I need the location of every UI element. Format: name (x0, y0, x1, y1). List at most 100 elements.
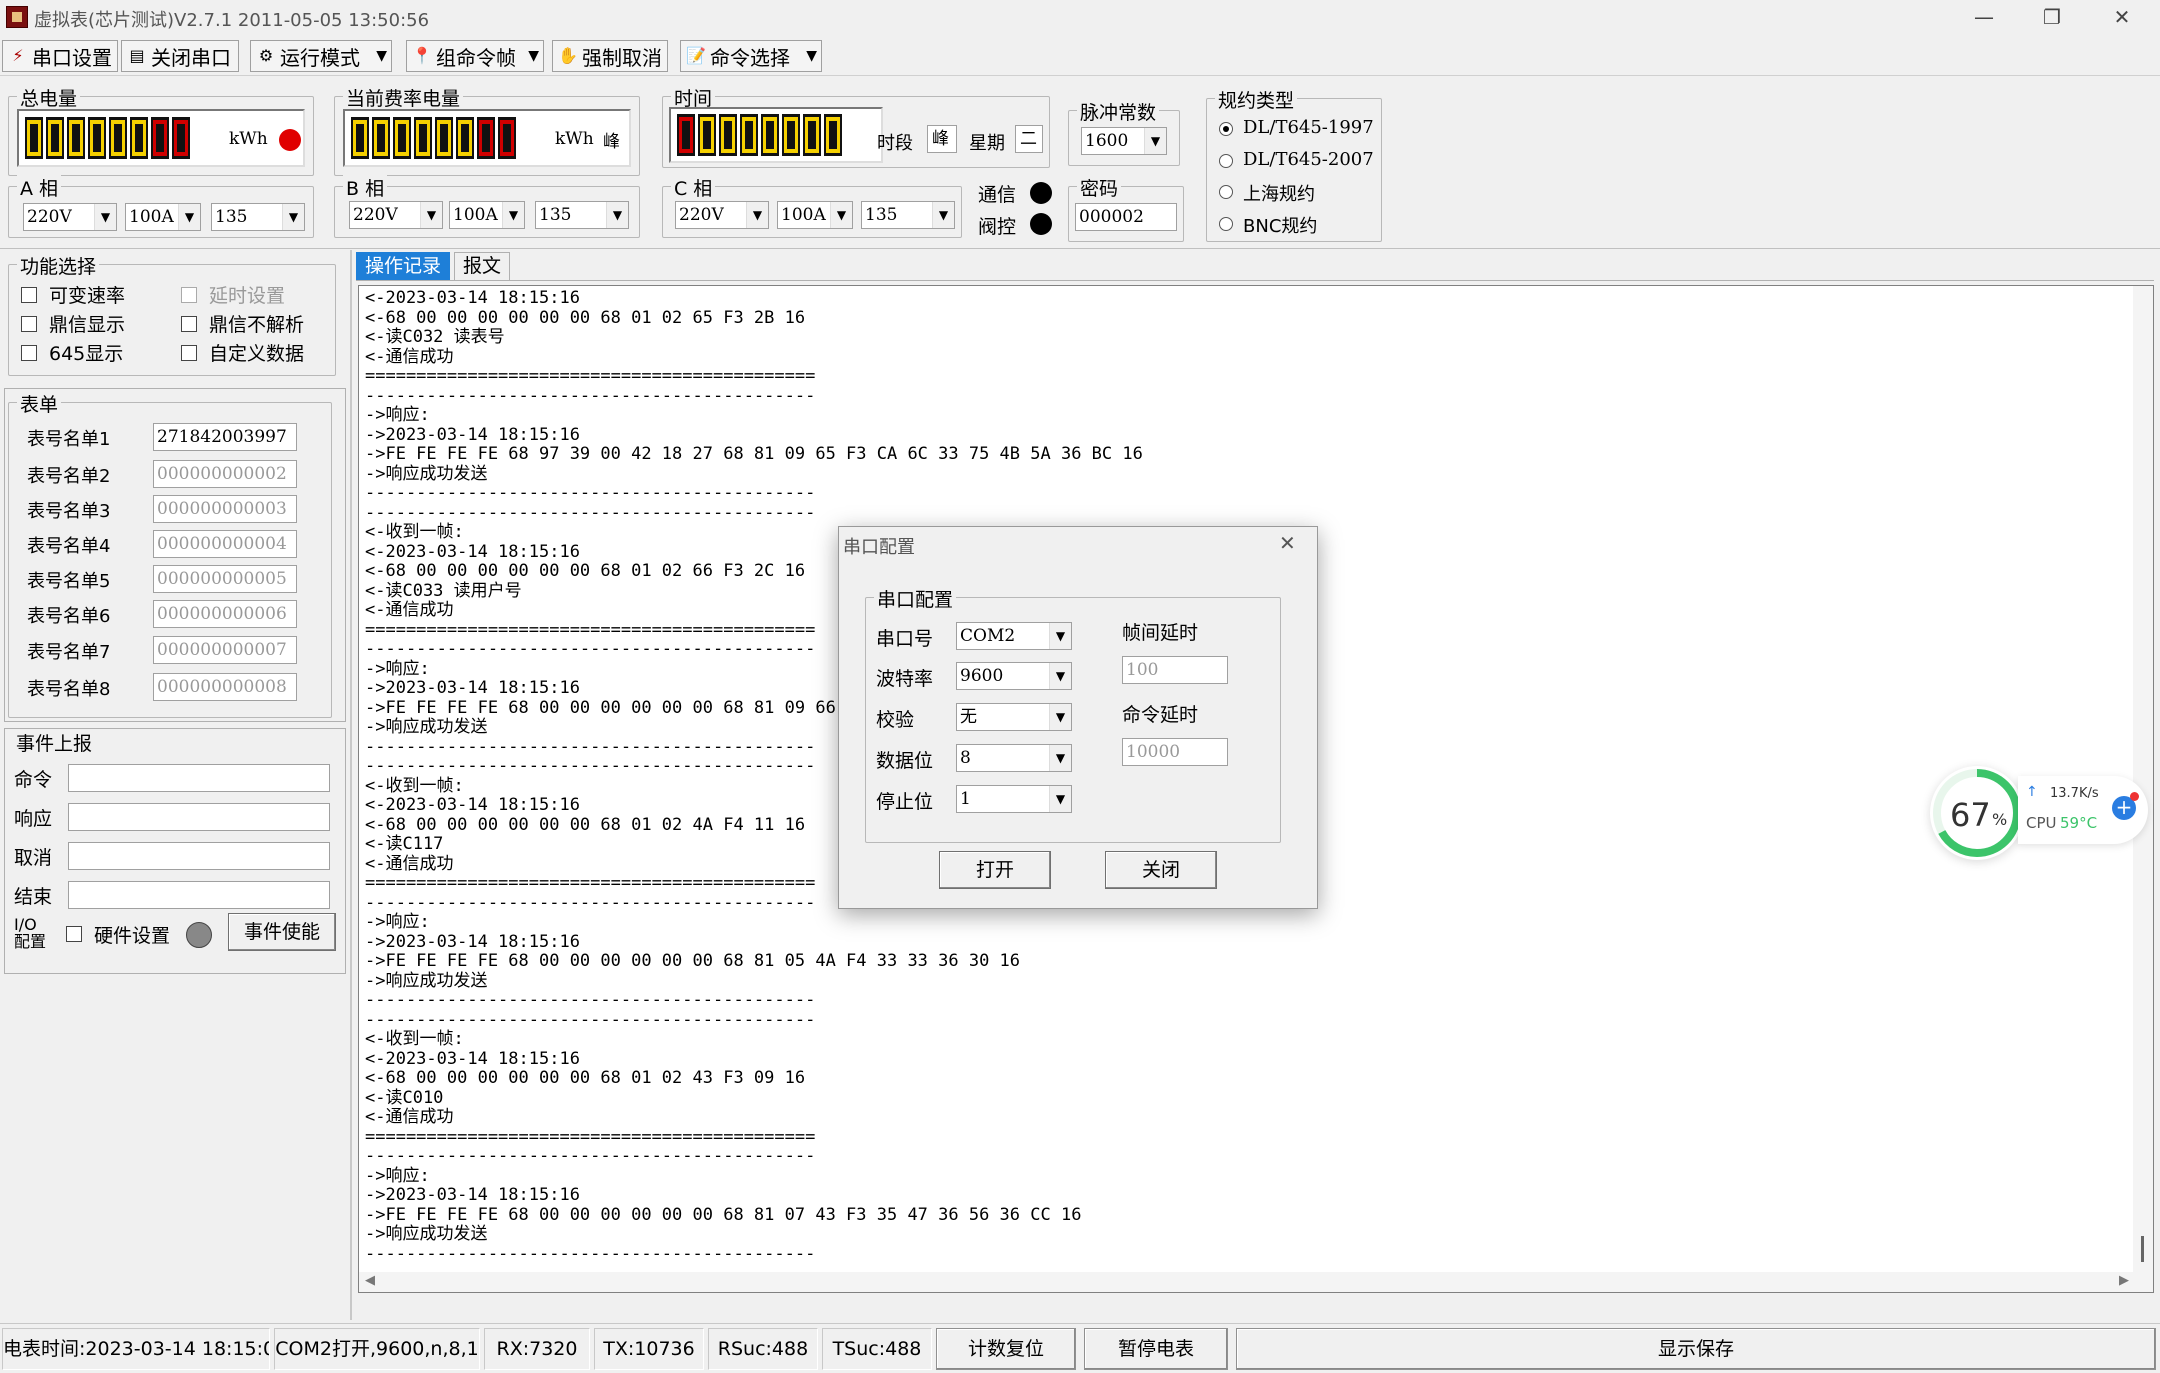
chevron-down-icon: ▼ (1049, 704, 1071, 730)
delay-settings-checkbox (181, 287, 197, 303)
chevron-down-icon: ▼ (606, 202, 628, 228)
dialog-open-button[interactable]: 打开 (939, 851, 1051, 889)
event-response-input[interactable] (68, 803, 330, 831)
meter-number-input[interactable]: 000000000007 (153, 636, 297, 664)
port-select[interactable]: COM2 ▼ (956, 622, 1072, 650)
frame-delay-input: 100 (1122, 656, 1228, 684)
log-line: ----------------------------------------… (365, 483, 816, 503)
log-line: ->响应: (365, 912, 430, 932)
phase-a-group: A 相 220V ▼ 100A ▼ 135 ▼ (8, 174, 314, 238)
log-line: ----------------------------------------… (365, 990, 816, 1010)
parity-select[interactable]: 无 ▼ (956, 703, 1072, 731)
custom-data-checkbox[interactable] (181, 345, 197, 361)
phase-b-voltage: 220V (353, 205, 398, 225)
pulse-constant-value: 1600 (1085, 131, 1129, 151)
close-window-button[interactable]: ✕ (2088, 0, 2156, 34)
cpu-monitor-widget[interactable]: 67 % ↑ 13.7K/s CPU 59°C + (1922, 762, 2148, 860)
phase-c-angle-select[interactable]: 135 ▼ (861, 201, 955, 229)
scroll-right-icon[interactable]: ▶ (2119, 1273, 2129, 1288)
serial-settings-button[interactable]: ⚡ 串口设置 (2, 40, 118, 72)
dingxin-noparse-checkbox[interactable] (181, 316, 197, 332)
minimize-button[interactable]: — (1950, 0, 2018, 34)
port-status: COM2打开,9600,n,8,1 (274, 1328, 480, 1370)
phase-a-voltage-select[interactable]: 220V ▼ (23, 203, 117, 231)
meter-number-input[interactable]: 000000000004 (153, 530, 297, 558)
phase-c-voltage-select[interactable]: 220V ▼ (675, 201, 769, 229)
chevron-down-icon: ▼ (420, 202, 442, 228)
stopbits-value: 1 (960, 789, 971, 809)
variable-rate-label: 可变速率 (49, 285, 126, 307)
notification-dot (2130, 792, 2139, 801)
phase-a-angle: 135 (215, 207, 248, 227)
phase-b-voltage-select[interactable]: 220V ▼ (349, 201, 443, 229)
current-rate-period: 峰 (603, 132, 620, 152)
cancel-icon: ✋ (558, 46, 578, 65)
pulse-constant-select[interactable]: 1600 ▼ (1081, 127, 1167, 155)
serial-config-dialog: 串口配置 ✕ 串口配置 串口号 COM2 ▼ 波特率 9600 ▼ 校验 无 ▼ 数据… (838, 526, 1318, 909)
variable-rate-checkbox[interactable] (21, 287, 37, 303)
dialog-close-icon[interactable]: ✕ (1279, 531, 1296, 555)
horizontal-scrollbar[interactable]: ◀ ▶ (359, 1272, 2135, 1292)
show-save-button[interactable]: 显示保存 (1236, 1328, 2156, 1370)
meter-number-input[interactable]: 000000000008 (153, 673, 297, 701)
event-enable-button[interactable]: 事件使能 (228, 913, 336, 951)
vertical-scroll-thumb[interactable] (2141, 1236, 2144, 1262)
log-line: <-2023-03-14 18:15:16 (365, 288, 580, 308)
meter-number-input[interactable]: 000000000002 (153, 460, 297, 488)
phase-c-angle: 135 (865, 205, 898, 225)
force-cancel-button[interactable]: ✋ 强制取消 (552, 40, 668, 72)
baud-select[interactable]: 9600 ▼ (956, 662, 1072, 690)
phase-b-current-select[interactable]: 100A ▼ (449, 201, 525, 229)
event-cancel-input[interactable] (68, 842, 330, 870)
meter-number-input[interactable]: 000000000005 (153, 565, 297, 593)
meter-name-label: 表号名单2 (27, 466, 111, 487)
protocol-radio-bnc[interactable] (1219, 217, 1233, 231)
chevron-down-icon: ▼ (932, 202, 954, 228)
databits-select[interactable]: 8 ▼ (956, 744, 1072, 772)
password-group: 密码 000002 (1068, 174, 1184, 242)
phase-a-angle-select[interactable]: 135 ▼ (211, 203, 305, 231)
command-select-dropdown[interactable]: 📝 命令选择 ▼ (680, 40, 822, 72)
close-serial-button[interactable]: ▤ 关闭串口 (121, 40, 239, 72)
protocol-option-bnc: BNC规约 (1243, 216, 1318, 237)
weekday-label: 星期 (969, 133, 1005, 154)
event-end-input[interactable] (68, 881, 330, 909)
protocol-radio-2007[interactable] (1219, 154, 1233, 168)
dingxin-display-checkbox[interactable] (21, 316, 37, 332)
compose-frame-dropdown[interactable]: 📍 组命令帧 ▼ (406, 40, 544, 72)
total-energy-unit: kWh (229, 129, 268, 149)
meter-name-label: 表号名单8 (27, 679, 111, 700)
protocol-radio-1997[interactable] (1219, 122, 1233, 136)
hw-settings-checkbox[interactable] (66, 926, 82, 942)
current-rate-unit: kWh (555, 129, 594, 149)
protocol-radio-shanghai[interactable] (1219, 185, 1233, 199)
scroll-left-icon[interactable]: ◀ (365, 1273, 375, 1288)
reset-count-button[interactable]: 计数复位 (936, 1328, 1076, 1370)
phase-a-current-select[interactable]: 100A ▼ (125, 203, 201, 231)
phase-c-current-select[interactable]: 100A ▼ (777, 201, 853, 229)
password-input[interactable]: 000002 (1075, 203, 1177, 231)
period-value: 峰 (927, 125, 957, 153)
pause-meter-button[interactable]: 暂停电表 (1084, 1328, 1228, 1370)
dialog-close-button[interactable]: 关闭 (1105, 851, 1217, 889)
stopbits-select[interactable]: 1 ▼ (956, 785, 1072, 813)
restore-button[interactable]: ❐ (2018, 0, 2086, 34)
meter-number-input[interactable]: 000000000003 (153, 495, 297, 523)
display-645-checkbox[interactable] (21, 345, 37, 361)
event-end-label: 结束 (14, 886, 53, 908)
run-mode-dropdown[interactable]: ⚙ 运行模式 ▼ (250, 40, 392, 72)
phase-b-angle-select[interactable]: 135 ▼ (535, 201, 629, 229)
log-line: ->响应: (365, 405, 430, 425)
upload-arrow-icon: ↑ (2026, 784, 2038, 800)
plug-icon: ⚡ (12, 46, 24, 65)
title-bar: 虚拟表(芯片测试)V2.7.1 2011-05-05 13:50:56 — ❐ … (0, 0, 2160, 34)
tab-message[interactable]: 报文 (454, 252, 511, 280)
tab-operation-log[interactable]: 操作记录 (356, 252, 451, 280)
event-command-input[interactable] (68, 764, 330, 792)
panel-splitter[interactable] (350, 250, 352, 1320)
meter-number-input[interactable]: 000000000006 (153, 600, 297, 628)
databits-label: 数据位 (876, 750, 934, 772)
meter-number-input[interactable]: 271842003997 (153, 423, 297, 451)
time-display (669, 107, 883, 163)
hw-settings-label: 硬件设置 (94, 925, 171, 947)
